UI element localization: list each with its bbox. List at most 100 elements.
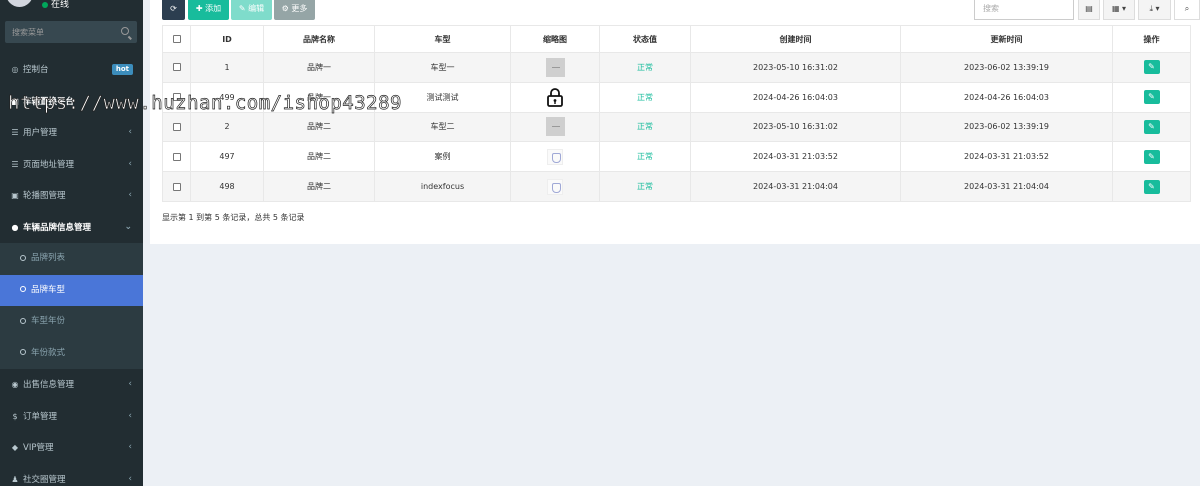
- toggle-view-button[interactable]: ▤: [1078, 0, 1100, 20]
- thumbnail-cell: [510, 81, 600, 113]
- sidebar-item-carousel[interactable]: ▣ 轮播图管理 ‹: [0, 180, 143, 212]
- column-header[interactable]: 创建时间: [690, 25, 901, 53]
- sidebar-item-label: 出售信息管理: [23, 380, 75, 390]
- online-status: 在线: [42, 0, 69, 10]
- row-edit-button[interactable]: ✎: [1143, 179, 1160, 194]
- chevron-left-icon: ‹: [128, 410, 132, 421]
- sidebar-item-sales[interactable]: ◉ 出售信息管理 ‹: [0, 369, 143, 401]
- search-icon[interactable]: [121, 27, 129, 35]
- column-header[interactable]: 品牌名称: [263, 25, 375, 53]
- select-all-header[interactable]: [162, 25, 191, 53]
- avatar[interactable]: [6, 0, 33, 7]
- row-checkbox[interactable]: [172, 63, 181, 72]
- pencil-icon: ✎: [1148, 151, 1155, 161]
- chevron-left-icon: ‹: [128, 473, 132, 484]
- shield-icon[interactable]: [547, 178, 563, 195]
- column-header[interactable]: 车型: [374, 25, 511, 53]
- select-all-checkbox[interactable]: [172, 35, 181, 43]
- row-edit-button[interactable]: ✎: [1143, 90, 1160, 105]
- status-cell: 正常: [599, 111, 691, 143]
- pencil-icon: ✎: [1148, 181, 1155, 191]
- online-status-label: 在线: [51, 0, 70, 10]
- brand-cell: 品牌二: [263, 111, 375, 143]
- id-cell: 2: [190, 111, 264, 143]
- sidebar-item-label: 年份款式: [31, 347, 66, 358]
- column-header[interactable]: ID: [190, 25, 264, 53]
- sidebar-item-label: 控制台: [23, 65, 49, 75]
- created-cell: 2023-05-10 16:31:02: [690, 52, 901, 83]
- sidebar-subitem-brand-list[interactable]: 品牌列表: [0, 243, 143, 275]
- row-checkbox[interactable]: [172, 152, 181, 161]
- table-row[interactable]: 498 品牌二 indexfocus 正常 2024-03-31 21:04:0…: [162, 171, 1191, 202]
- sidebar-item-vip[interactable]: ◆ VIP管理 ‹: [0, 432, 143, 464]
- refresh-button[interactable]: ⟳: [162, 0, 185, 20]
- columns-icon: ▤: [1085, 4, 1093, 13]
- pencil-icon: ✎: [1148, 92, 1155, 102]
- table-row[interactable]: 2 品牌二 车型二 正常 2023-05-10 16:31:02 2023-06…: [162, 111, 1191, 143]
- column-header[interactable]: 状态值: [599, 25, 691, 53]
- updated-cell: 2024-03-31 21:03:52: [900, 141, 1113, 173]
- created-cell: 2024-03-31 21:03:52: [690, 141, 901, 173]
- sidebar-search: [5, 21, 137, 43]
- row-edit-button[interactable]: ✎: [1143, 119, 1160, 134]
- refresh-icon: ⟳: [170, 4, 177, 13]
- chevron-down-icon: ⌄: [124, 221, 132, 232]
- row-select-cell[interactable]: [162, 52, 191, 83]
- sidebar-item-users[interactable]: ☰ 用户管理 ‹: [0, 117, 143, 149]
- sidebar-item-brand-info[interactable]: ● 车辆品牌信息管理 ⌄: [0, 212, 143, 244]
- action-cell: ✎: [1112, 81, 1191, 113]
- sidebar-item-label: 用户管理: [23, 128, 58, 138]
- lock-icon[interactable]: [546, 87, 564, 108]
- hot-badge: hot: [111, 64, 133, 75]
- circle-icon: [20, 286, 26, 292]
- column-header[interactable]: 缩略图: [510, 25, 600, 53]
- action-cell: ✎: [1112, 141, 1191, 173]
- row-select-cell[interactable]: [162, 111, 191, 143]
- row-checkbox[interactable]: [172, 122, 181, 131]
- thumbnail-image[interactable]: [545, 57, 565, 77]
- thumbnail-cell: [510, 52, 600, 83]
- row-checkbox[interactable]: [172, 182, 181, 191]
- thumbnail-image[interactable]: [545, 117, 565, 137]
- id-cell: 497: [190, 141, 264, 173]
- sidebar-subitem-year-styles[interactable]: 年份款式: [0, 337, 143, 369]
- sidebar-item-orders[interactable]: $ 订单管理 ‹: [0, 401, 143, 433]
- sidebar-subitem-model-years[interactable]: 车型年份: [0, 306, 143, 338]
- export-icon: ⤓ ▾: [1149, 4, 1160, 13]
- row-select-cell[interactable]: [162, 171, 191, 202]
- table-row[interactable]: 1 品牌一 车型一 正常 2023-05-10 16:31:02 2023-06…: [162, 52, 1191, 83]
- row-select-cell[interactable]: [162, 141, 191, 173]
- table-header-row: ID 品牌名称 车型 缩略图 状态值 创建时间 更新时间 操作: [162, 25, 1191, 53]
- sidebar-subitem-brand-models[interactable]: 品牌车型: [0, 274, 143, 306]
- sidebar: 在线 ◎控制台hot ■车辆置换平台 ☰用户管理‹ ☰页面地址管理‹ ▣轮播图管…: [0, 0, 143, 486]
- sidebar-search-input[interactable]: [5, 21, 113, 43]
- thumbnail-cell: [510, 171, 600, 202]
- sidebar-item-label: VIP管理: [23, 443, 54, 453]
- created-cell: 2024-03-31 21:04:04: [690, 171, 901, 202]
- table-search-input[interactable]: [974, 0, 1074, 20]
- export-dropdown-button[interactable]: ⤓ ▾: [1138, 0, 1171, 20]
- table-row[interactable]: 497 品牌二 案例 正常 2024-03-31 21:03:52 2024-0…: [162, 141, 1191, 173]
- row-edit-button[interactable]: ✎: [1143, 60, 1160, 75]
- model-cell: 车型一: [374, 52, 511, 83]
- sidebar-item-dashboard[interactable]: ◎ 控制台 hot: [0, 54, 143, 86]
- sidebar-item-label: 品牌列表: [31, 253, 66, 263]
- sidebar-item-page-urls[interactable]: ☰ 页面地址管理 ‹: [0, 149, 143, 181]
- advanced-search-button[interactable]: ⌕: [1174, 0, 1200, 20]
- shield-icon[interactable]: [547, 148, 563, 165]
- row-edit-button[interactable]: ✎: [1143, 149, 1160, 164]
- column-header[interactable]: 更新时间: [900, 25, 1113, 53]
- add-button[interactable]: ✚ 添加: [188, 0, 229, 20]
- list-icon: ☰: [11, 128, 19, 137]
- grid-icon: ▦ ▾: [1111, 4, 1127, 13]
- edit-button[interactable]: ✎ 编辑: [231, 0, 272, 20]
- action-cell: ✎: [1112, 171, 1191, 202]
- sidebar-item-label: 页面地址管理: [23, 159, 75, 170]
- updated-cell: 2023-06-02 13:39:19: [900, 111, 1113, 143]
- sidebar-item-social[interactable]: ♟ 社交圈管理 ‹: [0, 464, 143, 486]
- columns-dropdown-button[interactable]: ▦ ▾: [1103, 0, 1135, 20]
- chevron-left-icon: ‹: [128, 379, 132, 389]
- more-button[interactable]: ⚙ 更多: [274, 0, 315, 20]
- circle-icon: [20, 317, 26, 324]
- thumbnail-cell: [510, 141, 600, 173]
